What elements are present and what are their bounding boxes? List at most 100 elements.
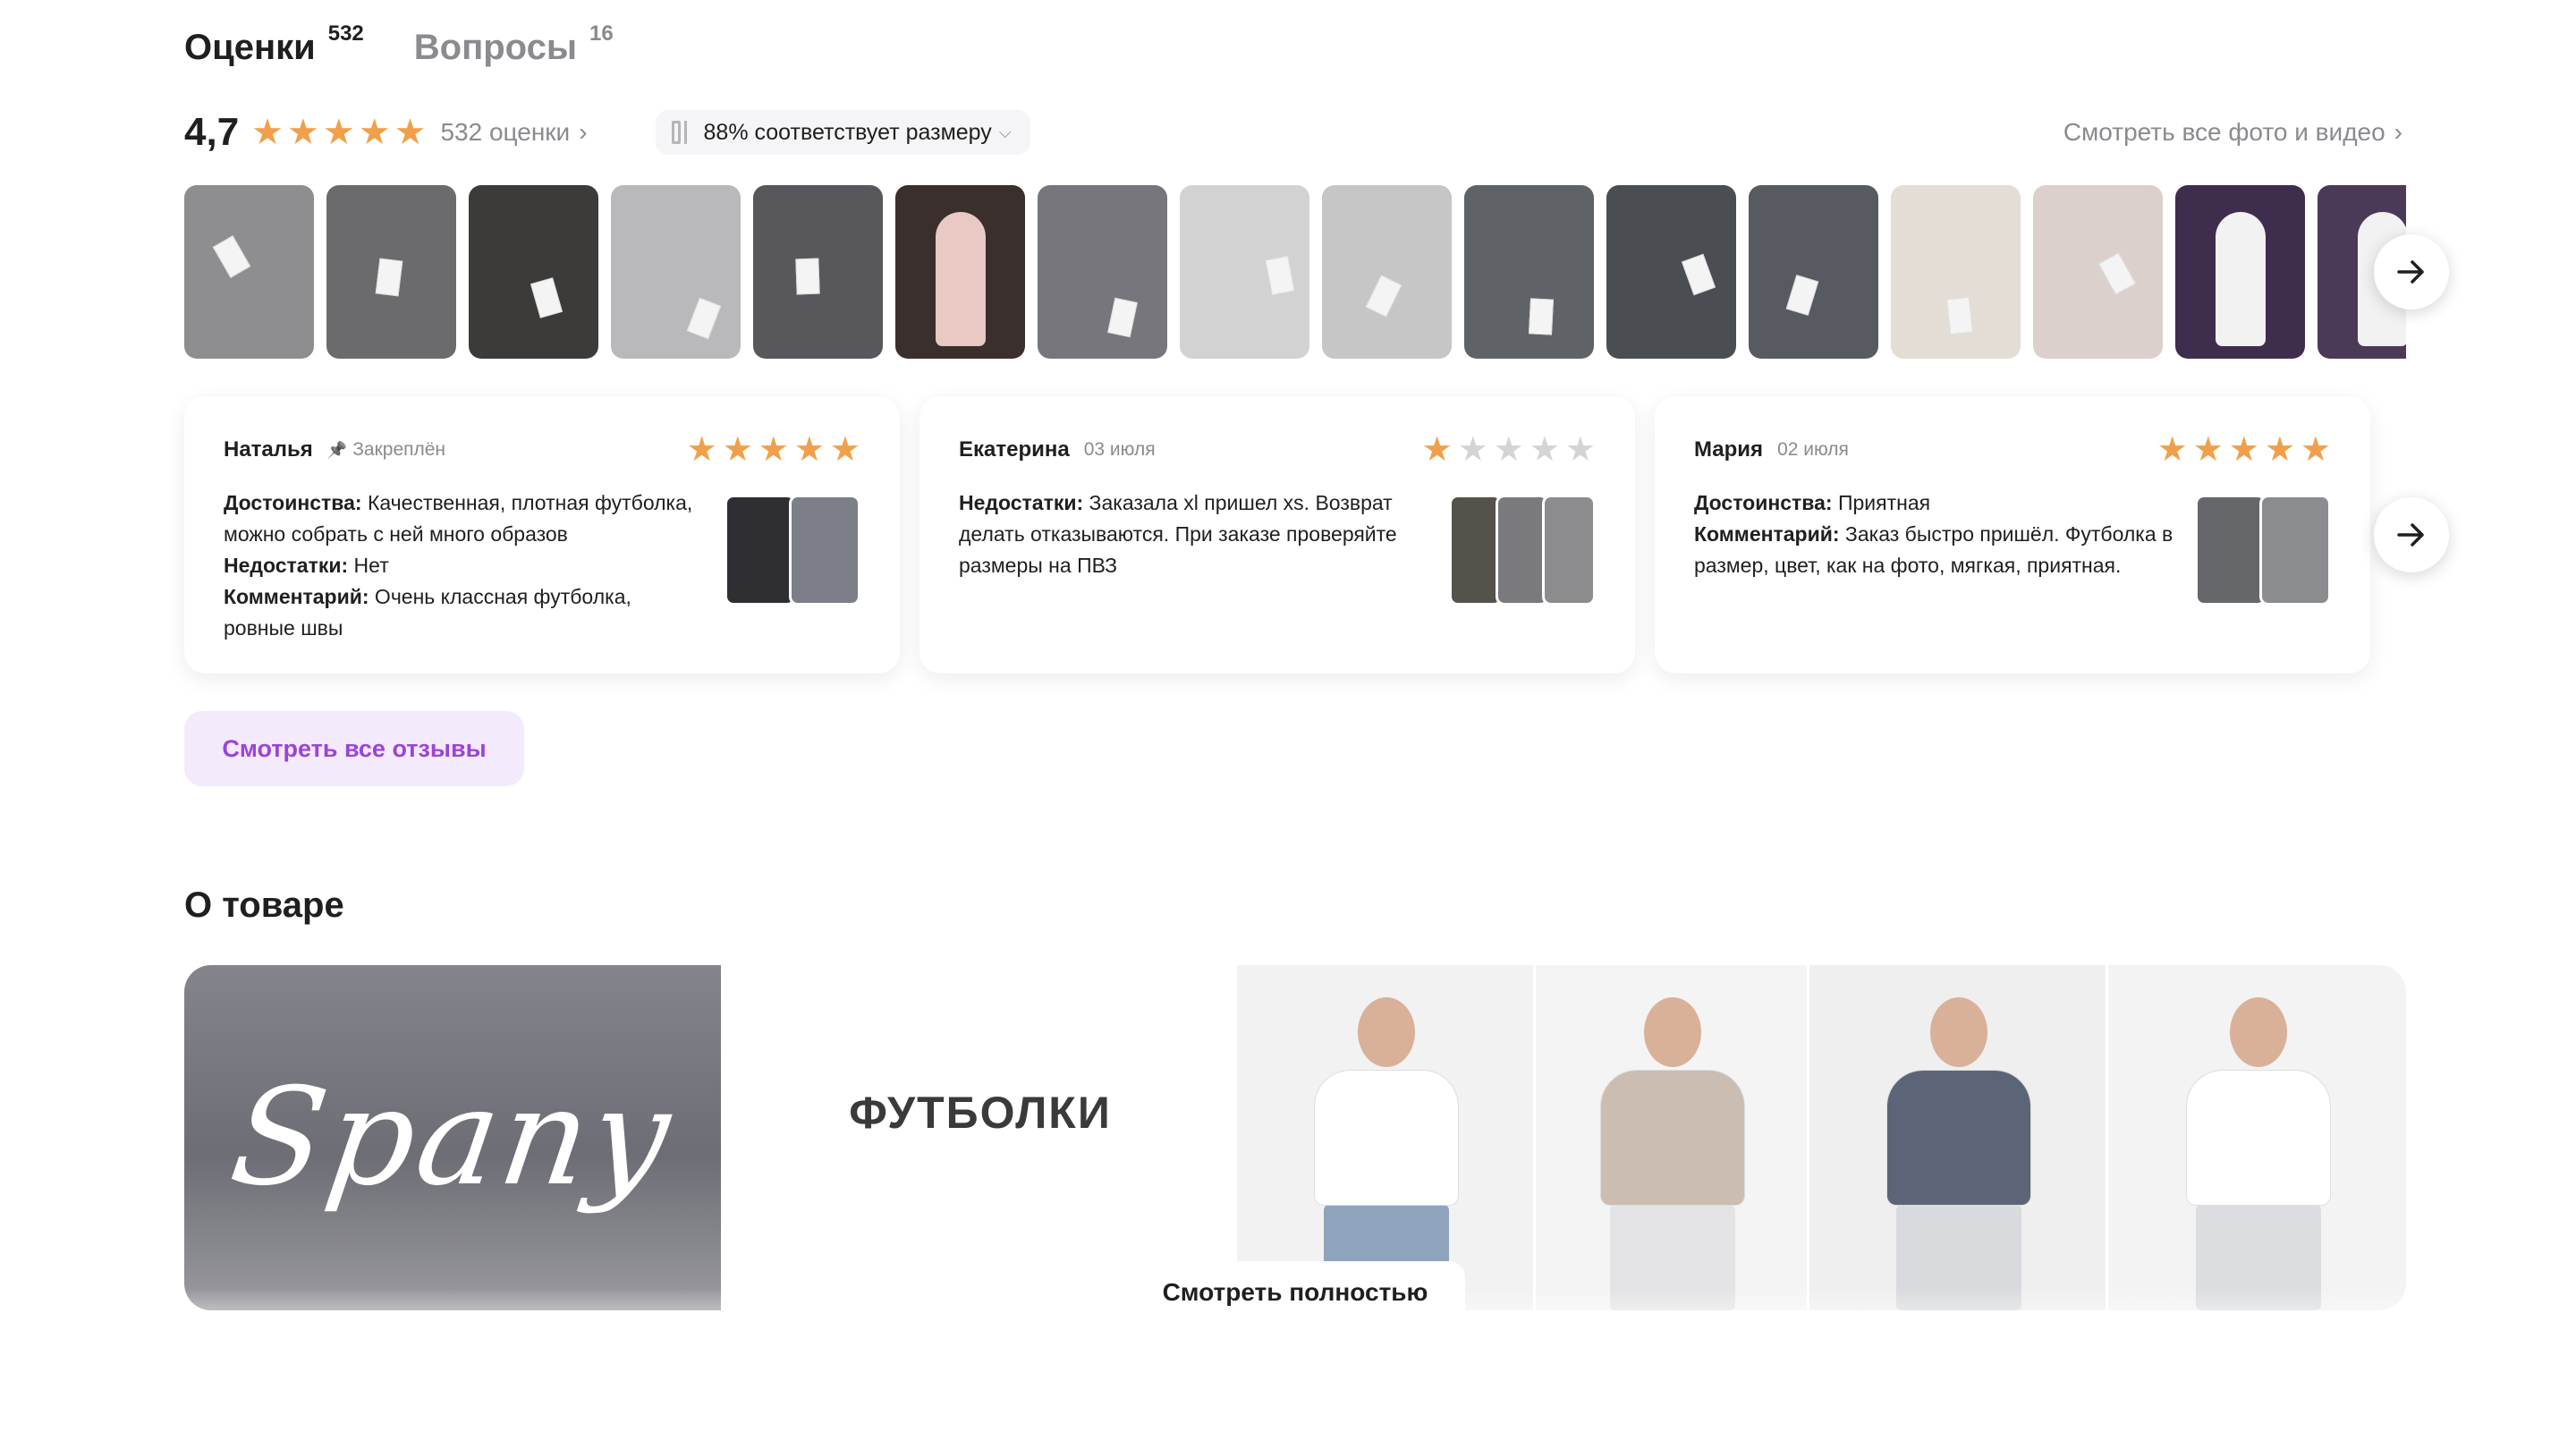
review-field-label: Комментарий: <box>1694 522 1840 546</box>
size-fit-dropdown[interactable]: 88% соответствует размеру ⌵ <box>655 110 1031 155</box>
star-icon: ★ <box>2264 431 2295 469</box>
rating-stars: ★ ★ ★ ★ ★ <box>251 114 426 150</box>
review-author: Екатерина <box>959 437 1070 462</box>
model-head <box>1358 997 1415 1067</box>
review-text: Недостатки: Заказала xl пришел xs. Возвр… <box>959 487 1442 606</box>
review-field-value: Нет <box>348 554 389 577</box>
review-author: Наталья <box>224 437 313 462</box>
shirt-photo-icon <box>795 258 820 295</box>
review-header: Наталья 📌 Закреплён ★ ★ ★ ★ ★ <box>224 431 860 469</box>
review-field-value: Приятная <box>1832 491 1931 514</box>
review-photo[interactable] <box>1449 495 1503 606</box>
review-field-label: Недостатки: <box>959 491 1084 514</box>
chevron-right-icon: › <box>2394 118 2402 146</box>
review-photo[interactable] <box>724 495 796 606</box>
arrow-right-icon <box>2397 260 2424 284</box>
star-icon: ★ <box>322 113 355 152</box>
size-fit-text: 88% соответствует размеру <box>703 119 992 145</box>
tab-questions[interactable]: Вопросы 16 <box>413 21 614 70</box>
review-photo-thumb[interactable] <box>753 185 883 359</box>
model-tshirt <box>1887 1071 2030 1205</box>
review-body: Достоинства: Качественная, плотная футбо… <box>224 487 860 644</box>
shirt-photo-icon <box>530 277 564 318</box>
tab-questions-count: 16 <box>589 21 614 46</box>
review-stars: ★ ★ ★ ★ ★ <box>2157 432 2331 468</box>
review-body: Достоинства: Приятная Комментарий: Заказ … <box>1694 487 2331 606</box>
model-tshirt <box>2187 1071 2330 1205</box>
review-photo-thumb[interactable] <box>1464 185 1594 359</box>
chevron-right-icon: › <box>579 118 588 146</box>
ratings-count-link[interactable]: 532 оценки › <box>440 118 587 147</box>
review-photo-thumb[interactable] <box>1891 185 2021 359</box>
pinned-label: 📌 Закреплён <box>327 439 445 461</box>
reviews-next-button[interactable] <box>2374 497 2449 572</box>
review-photo-thumb[interactable] <box>611 185 741 359</box>
product-banner[interactable]: Spany ФУТБОЛКИ <box>184 965 2406 1310</box>
model-tshirt <box>1601 1071 1744 1205</box>
review-photo-thumb[interactable] <box>2175 185 2305 359</box>
star-icon: ★ <box>758 431 789 469</box>
star-icon: ★ <box>1421 431 1453 469</box>
review-photo[interactable] <box>789 495 860 606</box>
shirt-photo-icon <box>1365 275 1402 318</box>
review-photo-thumb[interactable] <box>1606 185 1736 359</box>
review-photo[interactable] <box>1496 495 1549 606</box>
review-field-label: Достоинства: <box>224 491 362 514</box>
review-field-label: Достоинства: <box>1694 491 1833 514</box>
review-photos <box>724 495 860 644</box>
review-date: 03 июля <box>1084 439 1156 461</box>
review-photo-thumb[interactable] <box>1749 185 1878 359</box>
review-photo-thumb[interactable] <box>2033 185 2163 359</box>
size-ruler-icon <box>671 121 691 144</box>
pin-icon: 📌 <box>326 440 348 459</box>
review-author: Мария <box>1694 437 1764 462</box>
review-photo-thumb[interactable] <box>184 185 314 359</box>
all-media-link[interactable]: Смотреть все фото и видео › <box>2063 118 2402 147</box>
expand-description-button[interactable]: Смотреть полностью <box>1125 1261 1465 1324</box>
all-reviews-button[interactable]: Смотреть все отзывы <box>184 711 524 786</box>
photos-next-button[interactable] <box>2374 234 2449 309</box>
review-card[interactable]: Наталья 📌 Закреплён ★ ★ ★ ★ ★ Достоинства: Качес… <box>184 396 900 674</box>
review-text: Достоинства: Приятная Комментарий: Заказ … <box>1694 487 2177 606</box>
star-icon: ★ <box>394 113 427 152</box>
person-photo-icon <box>2216 212 2266 346</box>
shirt-photo-icon <box>1528 298 1555 335</box>
model-photo <box>1807 965 2106 1310</box>
star-icon: ★ <box>1457 431 1488 469</box>
review-photo-thumb[interactable] <box>1180 185 1309 359</box>
review-stars: ★ ★ ★ ★ ★ <box>1422 432 1596 468</box>
star-icon: ★ <box>722 431 753 469</box>
model-head <box>1930 997 1987 1067</box>
review-photo[interactable] <box>1542 495 1596 606</box>
review-photo-thumb[interactable] <box>1038 185 1167 359</box>
review-photo-thumb[interactable] <box>326 185 456 359</box>
arrow-right-icon <box>2397 523 2424 547</box>
review-photo-thumb[interactable] <box>469 185 598 359</box>
review-photo[interactable] <box>2259 495 2331 606</box>
tab-ratings[interactable]: Оценки 532 <box>184 21 364 70</box>
review-field-label: Недостатки: <box>224 554 349 577</box>
review-photo-thumb[interactable] <box>1322 185 1452 359</box>
brand-block: Spany <box>184 965 721 1310</box>
shirt-photo-icon <box>1265 255 1295 296</box>
shirt-photo-icon <box>375 258 403 297</box>
review-photo-thumb[interactable] <box>895 185 1025 359</box>
shirt-photo-icon <box>1681 253 1716 296</box>
rating-value: 4,7 <box>184 110 240 154</box>
review-card[interactable]: Екатерина 03 июля ★ ★ ★ ★ ★ Недостатки: Заказал… <box>919 396 1635 674</box>
review-header: Мария 02 июля ★ ★ ★ ★ ★ <box>1694 432 2331 468</box>
about-title: О товаре <box>184 886 344 925</box>
shirt-photo-icon <box>2097 252 2137 295</box>
tab-questions-label: Вопросы <box>413 28 577 67</box>
chevron-down-icon: ⌵ <box>998 123 1012 141</box>
brand-logo: Spany <box>222 1060 683 1216</box>
tab-ratings-label: Оценки <box>184 28 316 67</box>
review-photo[interactable] <box>2195 495 2267 606</box>
star-icon: ★ <box>287 113 319 152</box>
shirt-photo-icon <box>686 297 722 340</box>
shirt-photo-icon <box>1785 275 1819 316</box>
review-cards: Наталья 📌 Закреплён ★ ★ ★ ★ ★ Достоинства: Качес… <box>184 396 2385 674</box>
star-icon: ★ <box>1493 431 1524 469</box>
review-card[interactable]: Мария 02 июля ★ ★ ★ ★ ★ Достоинства: Приятная Ко… <box>1655 396 2370 674</box>
review-meta-text: 03 июля <box>1083 439 1156 460</box>
